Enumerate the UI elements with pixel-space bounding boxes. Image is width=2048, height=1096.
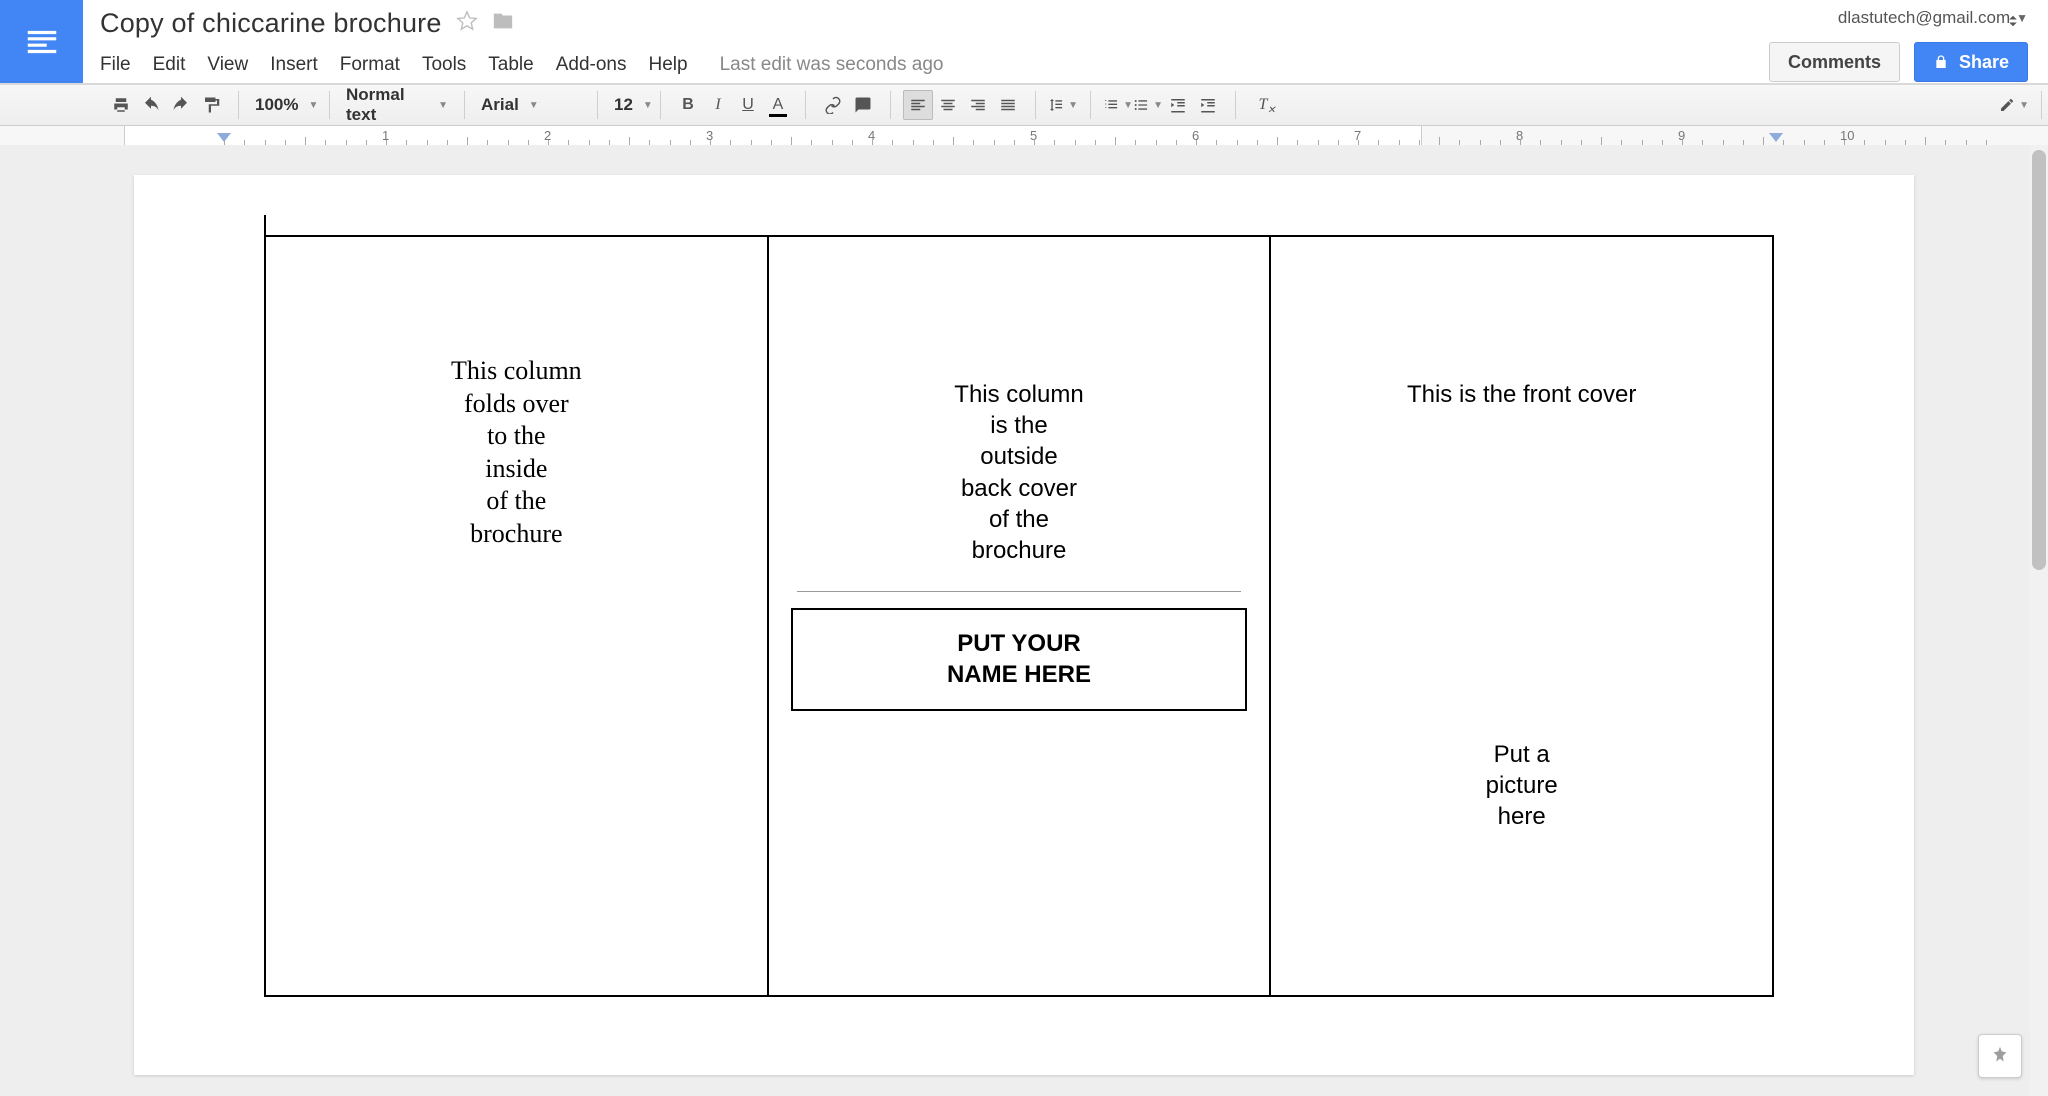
insert-comment-button[interactable] [848, 90, 878, 120]
editing-mode-button[interactable]: ▼ [1999, 90, 2029, 120]
ruler-number: 10 [1840, 128, 1854, 143]
decrease-indent-button[interactable] [1163, 90, 1193, 120]
print-button[interactable] [106, 90, 136, 120]
menu-format[interactable]: Format [340, 54, 400, 76]
brochure-table[interactable]: This columnfolds overto theinsideof theb… [264, 235, 1774, 997]
comments-label: Comments [1788, 52, 1881, 73]
bold-button[interactable]: B [673, 90, 703, 120]
last-edit-status[interactable]: Last edit was seconds ago [720, 54, 944, 76]
align-center-button[interactable] [933, 90, 963, 120]
star-icon[interactable] [456, 10, 478, 37]
page[interactable]: This columnfolds overto theinsideof theb… [134, 175, 1914, 1075]
menu-tools[interactable]: Tools [422, 54, 466, 76]
font-size-select[interactable]: 12▼ [604, 90, 654, 120]
align-left-button[interactable] [903, 90, 933, 120]
menu-file[interactable]: File [100, 54, 131, 76]
font-family-select[interactable]: Arial▼ [471, 90, 591, 120]
hide-menus-button[interactable] [1998, 6, 2028, 36]
menu-insert[interactable]: Insert [270, 54, 318, 76]
col2-text[interactable]: This columnis theoutsideback coverof the… [779, 379, 1260, 566]
col3-picture-placeholder[interactable]: Put apicturehere [1281, 739, 1762, 833]
toolbar: 100%▼ Normal text▼ Arial▼ 12▼ B I U A ▼ … [0, 84, 2048, 126]
underline-button[interactable]: U [733, 90, 763, 120]
font-size-value: 12 [614, 95, 633, 115]
line-spacing-button[interactable]: ▼ [1048, 90, 1078, 120]
style-value: Normal text [346, 85, 428, 125]
account-email: dlastutech@gmail.com [1838, 8, 2010, 28]
align-right-button[interactable] [963, 90, 993, 120]
undo-button[interactable] [136, 90, 166, 120]
menu-view[interactable]: View [207, 54, 248, 76]
clear-formatting-button[interactable]: T✕ [1248, 90, 1278, 120]
folder-icon[interactable] [492, 10, 514, 37]
share-button[interactable]: Share [1914, 42, 2028, 82]
menu-bar: File Edit View Insert Format Tools Table… [0, 46, 2048, 83]
menu-help[interactable]: Help [649, 54, 688, 76]
lock-icon [1933, 54, 1949, 70]
comments-button[interactable]: Comments [1769, 42, 1900, 82]
table-row: This columnfolds overto theinsideof theb… [265, 236, 1773, 996]
numbered-list-button[interactable]: ▼ [1103, 90, 1133, 120]
paint-format-button[interactable] [196, 90, 226, 120]
col3-top-text[interactable]: This is the front cover [1281, 381, 1762, 409]
vertical-scrollbar[interactable] [2030, 145, 2048, 1096]
bulleted-list-button[interactable]: ▼ [1133, 90, 1163, 120]
docs-logo[interactable] [0, 0, 83, 83]
redo-button[interactable] [166, 90, 196, 120]
increase-indent-button[interactable] [1193, 90, 1223, 120]
document-canvas[interactable]: This columnfolds overto theinsideof theb… [0, 145, 2048, 1096]
left-indent-marker[interactable] [217, 133, 231, 142]
share-label: Share [1959, 52, 2009, 73]
italic-button[interactable]: I [703, 90, 733, 120]
name-box[interactable]: PUT YOURNAME HERE [791, 608, 1248, 710]
menu-edit[interactable]: Edit [153, 54, 186, 76]
text-cursor [264, 215, 266, 243]
menu-table[interactable]: Table [488, 54, 533, 76]
divider [797, 591, 1242, 592]
brochure-col-2[interactable]: This columnis theoutsideback coverof the… [768, 236, 1271, 996]
font-value: Arial [481, 95, 519, 115]
col1-text[interactable]: This columnfolds overto theinsideof theb… [276, 355, 757, 550]
scrollbar-thumb[interactable] [2032, 150, 2046, 570]
align-justify-button[interactable] [993, 90, 1023, 120]
right-indent-marker[interactable] [1769, 133, 1783, 142]
paragraph-style-select[interactable]: Normal text▼ [336, 90, 458, 120]
horizontal-ruler[interactable]: 12345678910 [0, 126, 2048, 146]
brochure-col-3[interactable]: This is the front cover Put apicturehere [1270, 236, 1773, 996]
insert-link-button[interactable] [818, 90, 848, 120]
zoom-select[interactable]: 100%▼ [245, 90, 323, 120]
brochure-col-1[interactable]: This columnfolds overto theinsideof theb… [265, 236, 768, 996]
zoom-value: 100% [255, 95, 298, 115]
document-title[interactable]: Copy of chiccarine brochure [100, 8, 442, 39]
menu-addons[interactable]: Add-ons [556, 54, 627, 76]
explore-button[interactable] [1978, 1034, 2022, 1078]
text-color-button[interactable]: A [763, 90, 793, 120]
